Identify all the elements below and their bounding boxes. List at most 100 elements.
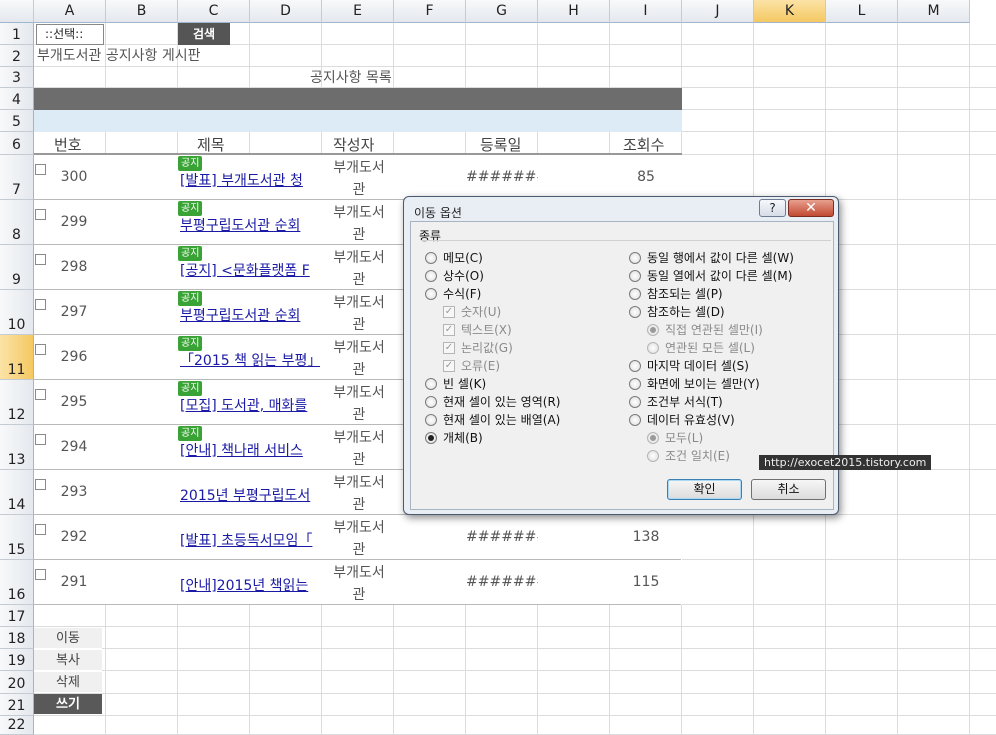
column-header-d[interactable]: D bbox=[250, 0, 322, 23]
header-author: 작성자 bbox=[333, 136, 375, 154]
radio-icon bbox=[629, 287, 641, 300]
option-8[interactable]: 현재 셀이 있는 영역(R) bbox=[425, 393, 560, 410]
search-button[interactable]: 검색 bbox=[178, 23, 230, 45]
row-checkbox[interactable] bbox=[35, 209, 46, 220]
row-header-20[interactable]: 20 bbox=[0, 671, 34, 694]
post-title-link[interactable]: [공지] <문화플랫폼 F bbox=[180, 260, 320, 280]
row-checkbox[interactable] bbox=[35, 299, 46, 310]
post-author: 관 bbox=[352, 452, 366, 468]
select-dropdown[interactable]: ::선택:: bbox=[36, 24, 104, 45]
option-8[interactable]: 조건부 서식(T) bbox=[629, 393, 723, 410]
row-header-8[interactable]: 8 bbox=[0, 200, 34, 245]
post-title-link[interactable]: 부평구립도서관 순회 bbox=[180, 305, 320, 325]
row-header-10[interactable]: 10 bbox=[0, 290, 34, 335]
option-6[interactable]: 마지막 데이터 셀(S) bbox=[629, 357, 749, 374]
option-2[interactable]: 수식(F) bbox=[425, 285, 481, 302]
post-title-link[interactable]: [발표] 초등독서모임「 bbox=[180, 530, 320, 550]
side-button-2[interactable]: 삭제 bbox=[34, 672, 102, 693]
row-header-5[interactable]: 5 bbox=[0, 110, 34, 132]
row-header-1[interactable]: 1 bbox=[0, 23, 34, 45]
radio-icon bbox=[425, 395, 437, 408]
ok-button[interactable]: 확인 bbox=[667, 479, 742, 500]
post-number: 295 bbox=[60, 394, 88, 410]
radio-icon bbox=[647, 449, 659, 462]
column-header-j[interactable]: J bbox=[682, 0, 754, 23]
column-header-f[interactable]: F bbox=[394, 0, 466, 23]
row-header-7[interactable]: 7 bbox=[0, 155, 34, 200]
radio-icon bbox=[647, 341, 659, 354]
select-all-corner[interactable] bbox=[0, 0, 34, 23]
column-header-e[interactable]: E bbox=[322, 0, 394, 23]
option-3[interactable]: 참조하는 셀(D) bbox=[629, 303, 725, 320]
row-header-22[interactable]: 22 bbox=[0, 716, 34, 735]
post-date: ####### bbox=[466, 574, 538, 590]
radio-icon bbox=[425, 413, 437, 426]
side-button-0[interactable]: 이동 bbox=[34, 628, 102, 649]
column-header-c[interactable]: C bbox=[178, 0, 250, 23]
row-header-21[interactable]: 21 bbox=[0, 694, 34, 716]
column-header-b[interactable]: B bbox=[106, 0, 178, 23]
row-checkbox[interactable] bbox=[35, 164, 46, 175]
row-header-4[interactable]: 4 bbox=[0, 88, 34, 110]
radio-icon bbox=[647, 323, 659, 336]
post-title-link[interactable]: [발표] 부개도서관 청 bbox=[180, 170, 320, 190]
subheader-bar bbox=[34, 110, 682, 132]
option-6: ✓ 오류(E) bbox=[443, 357, 500, 374]
row-checkbox[interactable] bbox=[35, 434, 46, 445]
row-header-15[interactable]: 15 bbox=[0, 515, 34, 560]
option-label: 조건부 서식(T) bbox=[647, 395, 723, 409]
column-header-h[interactable]: H bbox=[538, 0, 610, 23]
option-10[interactable]: 개체(B) bbox=[425, 429, 483, 446]
row-checkbox[interactable] bbox=[35, 569, 46, 580]
option-9[interactable]: 데이터 유효성(V) bbox=[629, 411, 735, 428]
column-header-l[interactable]: L bbox=[826, 0, 898, 23]
option-5: 연관된 모든 셀(L) bbox=[647, 339, 755, 356]
checkbox-icon: ✓ bbox=[443, 305, 455, 318]
row-header-16[interactable]: 16 bbox=[0, 560, 34, 605]
row-header-2[interactable]: 2 bbox=[0, 45, 34, 67]
row-checkbox[interactable] bbox=[35, 479, 46, 490]
side-button-3[interactable]: 쓰기 bbox=[34, 694, 102, 715]
row-header-14[interactable]: 14 bbox=[0, 470, 34, 515]
row-checkbox[interactable] bbox=[35, 524, 46, 535]
column-header-m[interactable]: M bbox=[898, 0, 970, 23]
row-header-18[interactable]: 18 bbox=[0, 627, 34, 649]
row-checkbox[interactable] bbox=[35, 254, 46, 265]
row-header-19[interactable]: 19 bbox=[0, 649, 34, 671]
checkbox-icon: ✓ bbox=[443, 323, 455, 336]
cancel-button[interactable]: 취소 bbox=[751, 479, 826, 500]
option-1[interactable]: 상수(O) bbox=[425, 267, 484, 284]
gridline bbox=[34, 715, 996, 716]
help-button[interactable]: ? bbox=[759, 199, 786, 217]
column-header-a[interactable]: A bbox=[34, 0, 106, 23]
option-0[interactable]: 동일 행에서 값이 다른 셀(W) bbox=[629, 249, 794, 266]
option-7[interactable]: 화면에 보이는 셀만(Y) bbox=[629, 375, 760, 392]
column-header-k[interactable]: K bbox=[754, 0, 826, 23]
row-header-13[interactable]: 13 bbox=[0, 425, 34, 470]
row-header-11[interactable]: 11 bbox=[0, 335, 34, 380]
post-title-link[interactable]: [안내]2015년 책읽는 bbox=[180, 575, 320, 595]
post-title-link[interactable]: [모집] 도서관, 매화를 bbox=[180, 395, 320, 415]
column-header-i[interactable]: I bbox=[610, 0, 682, 23]
option-9[interactable]: 현재 셀이 있는 배열(A) bbox=[425, 411, 560, 428]
option-7[interactable]: 빈 셀(K) bbox=[425, 375, 486, 392]
option-2[interactable]: 참조되는 셀(P) bbox=[629, 285, 723, 302]
row-header-6[interactable]: 6 bbox=[0, 132, 34, 155]
side-button-1[interactable]: 복사 bbox=[34, 650, 102, 671]
row-checkbox[interactable] bbox=[35, 389, 46, 400]
option-1[interactable]: 동일 열에서 값이 다른 셀(M) bbox=[629, 267, 792, 284]
row-header-3[interactable]: 3 bbox=[0, 67, 34, 88]
option-label: 숫자(U) bbox=[461, 305, 502, 319]
option-0[interactable]: 메모(C) bbox=[425, 249, 483, 266]
row-header-17[interactable]: 17 bbox=[0, 605, 34, 627]
row-header-9[interactable]: 9 bbox=[0, 245, 34, 290]
close-button[interactable]: ✕ bbox=[788, 199, 834, 217]
option-label: 참조되는 셀(P) bbox=[647, 287, 723, 301]
post-title-link[interactable]: 부평구립도서관 순회 bbox=[180, 215, 320, 235]
row-checkbox[interactable] bbox=[35, 344, 46, 355]
column-header-g[interactable]: G bbox=[466, 0, 538, 23]
post-title-link[interactable]: 2015년 부평구립도서 bbox=[180, 485, 320, 505]
post-title-link[interactable]: [안내] 책나래 서비스 bbox=[180, 440, 320, 460]
row-header-12[interactable]: 12 bbox=[0, 380, 34, 425]
post-title-link[interactable]: 「2015 책 읽는 부평」 bbox=[180, 350, 320, 370]
